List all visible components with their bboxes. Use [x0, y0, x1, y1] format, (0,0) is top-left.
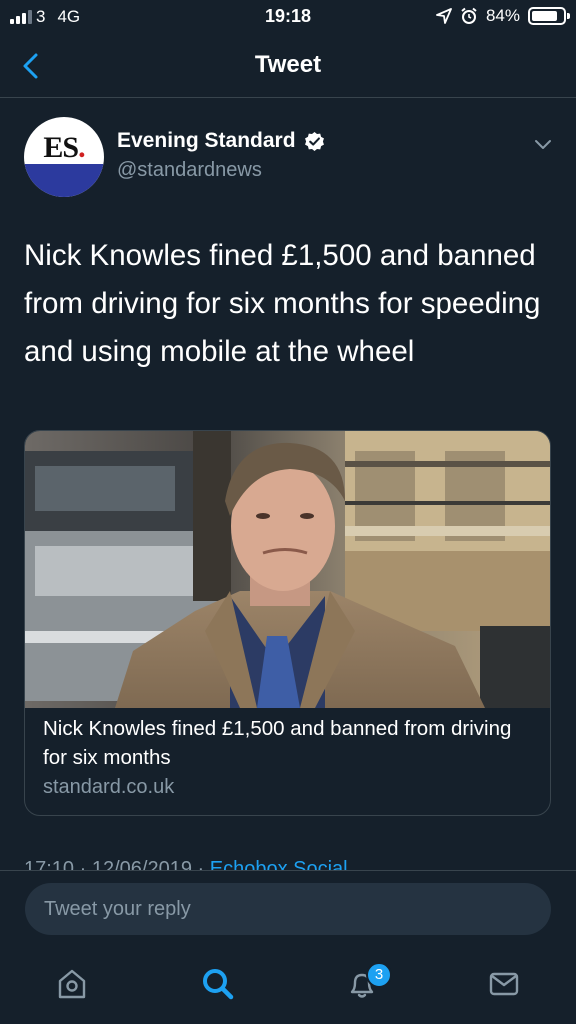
tweet-author: ES. Evening Standard @standardnews: [24, 117, 554, 199]
tab-messages[interactable]: [484, 964, 524, 1004]
tab-home[interactable]: [52, 964, 92, 1004]
author-name: Evening Standard: [117, 129, 296, 152]
verified-badge-icon: [304, 131, 324, 151]
tab-search[interactable]: [198, 964, 238, 1004]
status-right: 84%: [436, 6, 570, 26]
card-image: [25, 431, 550, 708]
status-bar: 3 4G 19:18 84%: [0, 0, 576, 34]
card-title: Nick Knowles fined £1,500 and banned fro…: [43, 717, 512, 769]
author-handle[interactable]: @standardnews: [117, 159, 262, 182]
battery-fill: [532, 11, 558, 21]
alarm-icon: [461, 7, 477, 24]
notifications-badge: 3: [366, 962, 392, 988]
chevron-down-icon[interactable]: [532, 133, 554, 155]
link-card[interactable]: Nick Knowles fined £1,500 and banned fro…: [24, 430, 551, 816]
reply-input[interactable]: [25, 883, 551, 935]
battery-percent: 84%: [485, 6, 520, 25]
battery-icon: [528, 7, 570, 25]
home-icon: [58, 969, 86, 999]
avatar-logo: ES.: [43, 131, 85, 164]
tweet-text: Nick Knowles fined £1,500 and banned fro…: [24, 239, 541, 368]
tweet-meta: 17:10 · 12/06/2019 · Echobox Social: [24, 852, 348, 872]
search-icon: [203, 969, 234, 1000]
author-name-row[interactable]: Evening Standard: [117, 129, 325, 153]
avatar[interactable]: ES.: [24, 117, 104, 197]
mail-icon: [489, 972, 519, 996]
card-body: Nick Knowles fined £1,500 and banned fro…: [43, 714, 538, 801]
card-domain: standard.co.uk: [43, 776, 175, 798]
location-icon: [436, 8, 452, 24]
header: Tweet: [0, 34, 576, 98]
page-title: Tweet: [254, 51, 322, 78]
